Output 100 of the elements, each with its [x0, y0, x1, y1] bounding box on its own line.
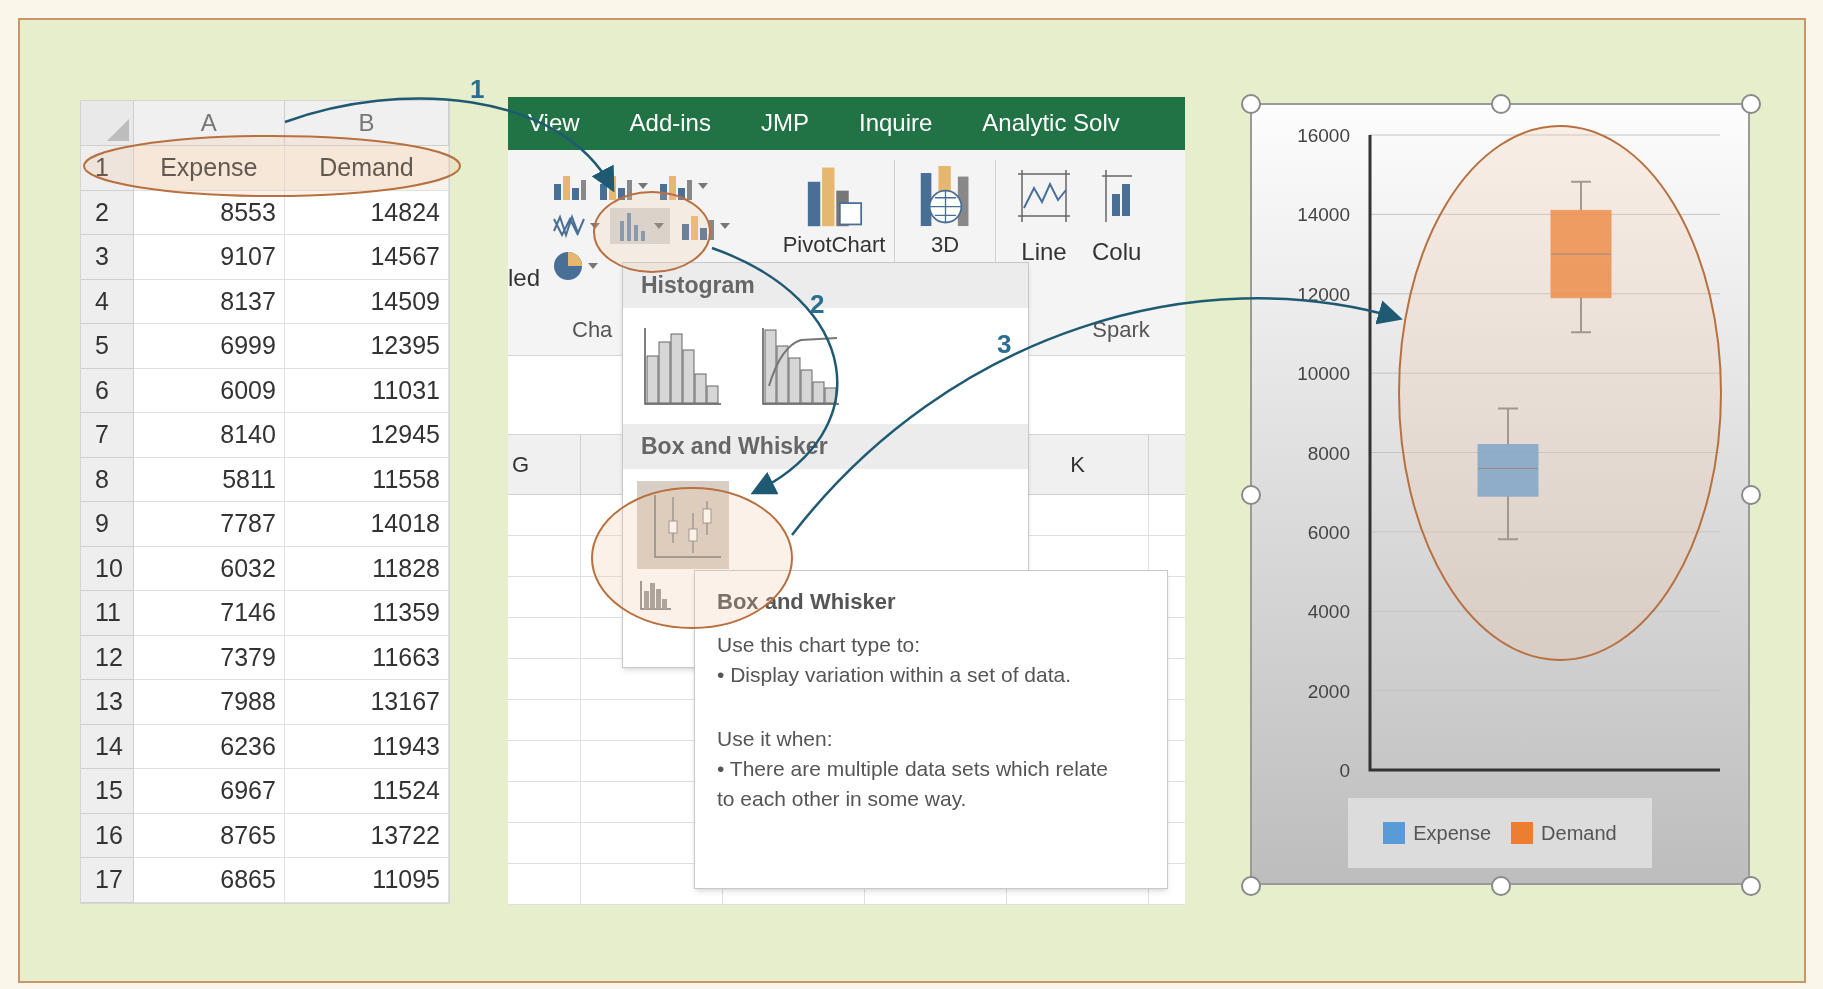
- table-cell: Expense: [133, 146, 285, 191]
- table-cell: 7988: [133, 680, 285, 725]
- axis-tick-label: 10000: [1297, 363, 1350, 385]
- button-label: PivotChart: [782, 233, 886, 256]
- table-cell: 11031: [284, 368, 449, 413]
- table-cell: 8765: [133, 813, 285, 858]
- resize-handle[interactable]: [1241, 94, 1261, 114]
- column-sparkline-icon: [1101, 169, 1132, 222]
- resize-handle[interactable]: [1741, 94, 1761, 114]
- table-cell: 11663: [284, 635, 449, 680]
- caret-icon: [720, 222, 730, 229]
- group-label: Spark: [1092, 316, 1150, 345]
- resize-handle[interactable]: [1741, 876, 1761, 896]
- resize-handle[interactable]: [1491, 94, 1511, 114]
- table-cell: 7787: [133, 502, 285, 547]
- table-cell: 6236: [133, 724, 285, 769]
- caret-icon: [638, 182, 648, 189]
- column-header[interactable]: K: [1070, 448, 1085, 482]
- axis-tick-label: 0: [1339, 760, 1350, 781]
- row-header[interactable]: 16: [81, 813, 134, 858]
- resize-handle[interactable]: [1241, 876, 1261, 896]
- row-header[interactable]: 15: [81, 769, 134, 814]
- legend-label: Expense: [1413, 821, 1492, 846]
- sparkline-button[interactable]: Line: [1014, 169, 1074, 270]
- axis-tick-label: 6000: [1307, 521, 1350, 543]
- row-header[interactable]: 8: [81, 457, 134, 502]
- callout-number: 1: [470, 73, 485, 106]
- tooltip-text: • There are multiple data sets which relate to each other in some way.: [717, 756, 1109, 812]
- tooltip-text: Use this chart type to:: [717, 632, 922, 658]
- row-header[interactable]: 7: [81, 413, 134, 458]
- group-label: Cha: [572, 316, 613, 345]
- caret-icon: [654, 222, 664, 229]
- row-header[interactable]: 1: [81, 146, 134, 191]
- row-header[interactable]: 17: [81, 858, 134, 903]
- pareto-chart-icon: [761, 326, 841, 406]
- table-cell: Demand: [284, 146, 449, 191]
- row-header[interactable]: 12: [81, 635, 134, 680]
- row-header[interactable]: 14: [81, 724, 134, 769]
- ribbon-tab[interactable]: Inquire: [858, 105, 933, 142]
- axis-tick-label: 4000: [1307, 601, 1350, 623]
- table-cell: 14509: [284, 279, 449, 324]
- callout-number: 2: [810, 288, 825, 321]
- table-cell: 14824: [284, 190, 449, 235]
- table-cell: 6865: [133, 858, 285, 903]
- button-label: 3D: [930, 233, 960, 256]
- table-cell: 12945: [284, 413, 449, 458]
- column-header[interactable]: A: [133, 101, 285, 146]
- table-cell: 8553: [133, 190, 285, 235]
- table-cell: 5811: [133, 457, 285, 502]
- row-header[interactable]: 2: [81, 190, 134, 235]
- button-label: led: [508, 262, 542, 293]
- table-cell: 11828: [284, 546, 449, 591]
- table-cell: 13167: [284, 680, 449, 725]
- row-header[interactable]: 9: [81, 502, 134, 547]
- table-cell: 13722: [284, 813, 449, 858]
- callout-number: 3: [997, 328, 1012, 361]
- table-cell: 9107: [133, 235, 285, 280]
- axis-tick-label: 14000: [1297, 204, 1350, 226]
- column-header[interactable]: B: [284, 101, 449, 146]
- ribbon-tab[interactable]: JMP: [760, 105, 809, 142]
- row-header[interactable]: 13: [81, 680, 134, 725]
- row-header[interactable]: 5: [81, 324, 134, 369]
- table-cell: 8140: [133, 413, 285, 458]
- table-cell: 6967: [133, 769, 285, 814]
- row-header[interactable]: 3: [81, 235, 134, 280]
- table-cell: 6999: [133, 324, 285, 369]
- table-cell: 11558: [284, 457, 449, 502]
- legend-label: Demand: [1541, 821, 1617, 846]
- row-header[interactable]: 6: [81, 368, 134, 413]
- row-header[interactable]: 4: [81, 279, 134, 324]
- caret-icon: [698, 182, 708, 189]
- tooltip-text: • Display variation within a set of data.: [717, 662, 1073, 688]
- axis-tick-label: 8000: [1307, 442, 1350, 464]
- corner-triangle-icon: [106, 119, 129, 141]
- row-header[interactable]: 10: [81, 546, 134, 591]
- table-cell: 12395: [284, 324, 449, 369]
- statistic-chart-button[interactable]: [610, 207, 670, 244]
- row-header[interactable]: 11: [81, 591, 134, 636]
- column-header[interactable]: G: [512, 448, 530, 482]
- sparkline-button[interactable]: Colu: [1092, 169, 1142, 270]
- table-cell: 11359: [284, 591, 449, 636]
- resize-handle[interactable]: [1741, 485, 1761, 505]
- table-cell: 8137: [133, 279, 285, 324]
- table-cell: 6009: [133, 368, 285, 413]
- small-histogram-icon: [639, 581, 673, 611]
- table-cell: 7379: [133, 635, 285, 680]
- caret-icon: [590, 222, 600, 229]
- axis-tick-label: 16000: [1297, 125, 1350, 146]
- ribbon-tab[interactable]: Analytic Solv: [982, 105, 1120, 142]
- table-cell: 11943: [284, 724, 449, 769]
- table-cell: 11524: [284, 769, 449, 814]
- ribbon-tab[interactable]: Add-ins: [629, 105, 711, 142]
- caret-icon: [588, 262, 598, 269]
- table-cell: 6032: [133, 546, 285, 591]
- pie-chart-icon: [552, 249, 584, 282]
- table-cell: 14018: [284, 502, 449, 547]
- tooltip-text: Use it when:: [717, 726, 834, 752]
- resize-handle[interactable]: [1491, 876, 1511, 896]
- resize-handle[interactable]: [1241, 485, 1261, 505]
- table-cell: 11095: [284, 858, 449, 903]
